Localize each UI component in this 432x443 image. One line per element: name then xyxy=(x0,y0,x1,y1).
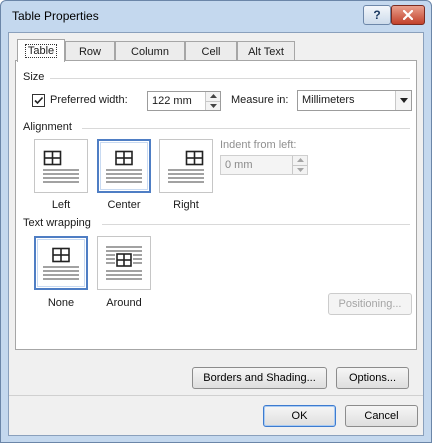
tab-table[interactable]: Table xyxy=(17,39,65,62)
title-bar[interactable]: Table Properties ? xyxy=(1,1,431,31)
indent-from-left-label: Indent from left: xyxy=(220,139,297,151)
size-group-label: Size xyxy=(23,71,45,83)
wrap-none-option[interactable] xyxy=(34,236,88,290)
cancel-button[interactable]: Cancel xyxy=(345,405,418,427)
measure-in-label: Measure in: xyxy=(231,94,289,106)
alignment-group-label: Alignment xyxy=(23,121,72,133)
ok-button[interactable]: OK xyxy=(263,405,336,427)
wrap-none-label: None xyxy=(47,297,75,309)
tab-cell[interactable]: Cell xyxy=(185,41,237,61)
table-align-right-icon xyxy=(168,150,204,183)
close-x-icon xyxy=(403,10,413,20)
borders-and-shading-button[interactable]: Borders and Shading... xyxy=(192,367,327,389)
alignment-divider xyxy=(82,128,410,129)
chevron-down-icon[interactable] xyxy=(395,91,411,110)
question-mark-icon: ? xyxy=(373,8,381,22)
align-right-option[interactable] xyxy=(159,139,213,193)
close-button[interactable] xyxy=(391,5,425,25)
positioning-button[interactable]: Positioning... xyxy=(328,293,412,315)
indent-from-left-spinner[interactable]: 0 mm xyxy=(220,155,308,175)
align-center-label: Center xyxy=(107,199,141,211)
tab-row[interactable]: Row xyxy=(65,41,115,61)
preferred-width-value: 122 mm xyxy=(152,95,192,107)
table-properties-dialog: Table Properties ? Table Row Column Cell xyxy=(0,0,432,443)
tab-column[interactable]: Column xyxy=(115,41,185,61)
tab-column-label: Column xyxy=(131,45,169,58)
spin-arrows-icon[interactable] xyxy=(205,92,220,110)
wrap-around-label: Around xyxy=(106,297,142,309)
tab-alt-text-label: Alt Text xyxy=(248,45,284,58)
spin-down-button[interactable] xyxy=(206,100,220,110)
spin-arrows-icon[interactable] xyxy=(292,156,307,174)
wrap-none-icon xyxy=(43,247,79,280)
measure-in-select[interactable]: Millimeters xyxy=(297,90,412,111)
spin-up-button[interactable] xyxy=(206,92,220,101)
tab-table-label: Table xyxy=(24,44,58,58)
text-wrapping-divider xyxy=(102,224,410,225)
dialog-client-area: Table Row Column Cell Alt Text Size Pref… xyxy=(8,32,424,436)
tab-cell-label: Cell xyxy=(201,45,221,58)
checkmark-icon xyxy=(34,96,44,105)
tab-alt-text[interactable]: Alt Text xyxy=(237,41,295,61)
options-button[interactable]: Options... xyxy=(336,367,409,389)
indent-spin-down-button[interactable] xyxy=(293,164,307,174)
table-tab-panel: Size Preferred width: 122 mm Measure in:… xyxy=(15,60,417,350)
tab-row-label: Row xyxy=(78,45,101,58)
footer-divider xyxy=(9,395,423,396)
preferred-width-spinner[interactable]: 122 mm xyxy=(147,91,221,111)
size-divider xyxy=(50,78,410,79)
align-right-label: Right xyxy=(173,199,199,211)
align-left-label: Left xyxy=(51,199,71,211)
dialog-title: Table Properties xyxy=(12,9,99,23)
preferred-width-label: Preferred width: xyxy=(50,94,128,106)
text-wrapping-group-label: Text wrapping xyxy=(23,217,91,229)
indent-spin-up-button[interactable] xyxy=(293,156,307,165)
align-left-option[interactable] xyxy=(34,139,88,193)
table-align-left-icon xyxy=(43,150,79,183)
align-center-option[interactable] xyxy=(97,139,151,193)
preferred-width-checkbox[interactable] xyxy=(32,94,45,107)
help-button[interactable]: ? xyxy=(363,5,391,25)
table-align-center-icon xyxy=(106,150,142,183)
indent-from-left-value: 0 mm xyxy=(225,159,253,171)
wrap-around-option[interactable] xyxy=(97,236,151,290)
wrap-around-icon xyxy=(106,246,142,280)
measure-in-value: Millimeters xyxy=(302,94,355,106)
